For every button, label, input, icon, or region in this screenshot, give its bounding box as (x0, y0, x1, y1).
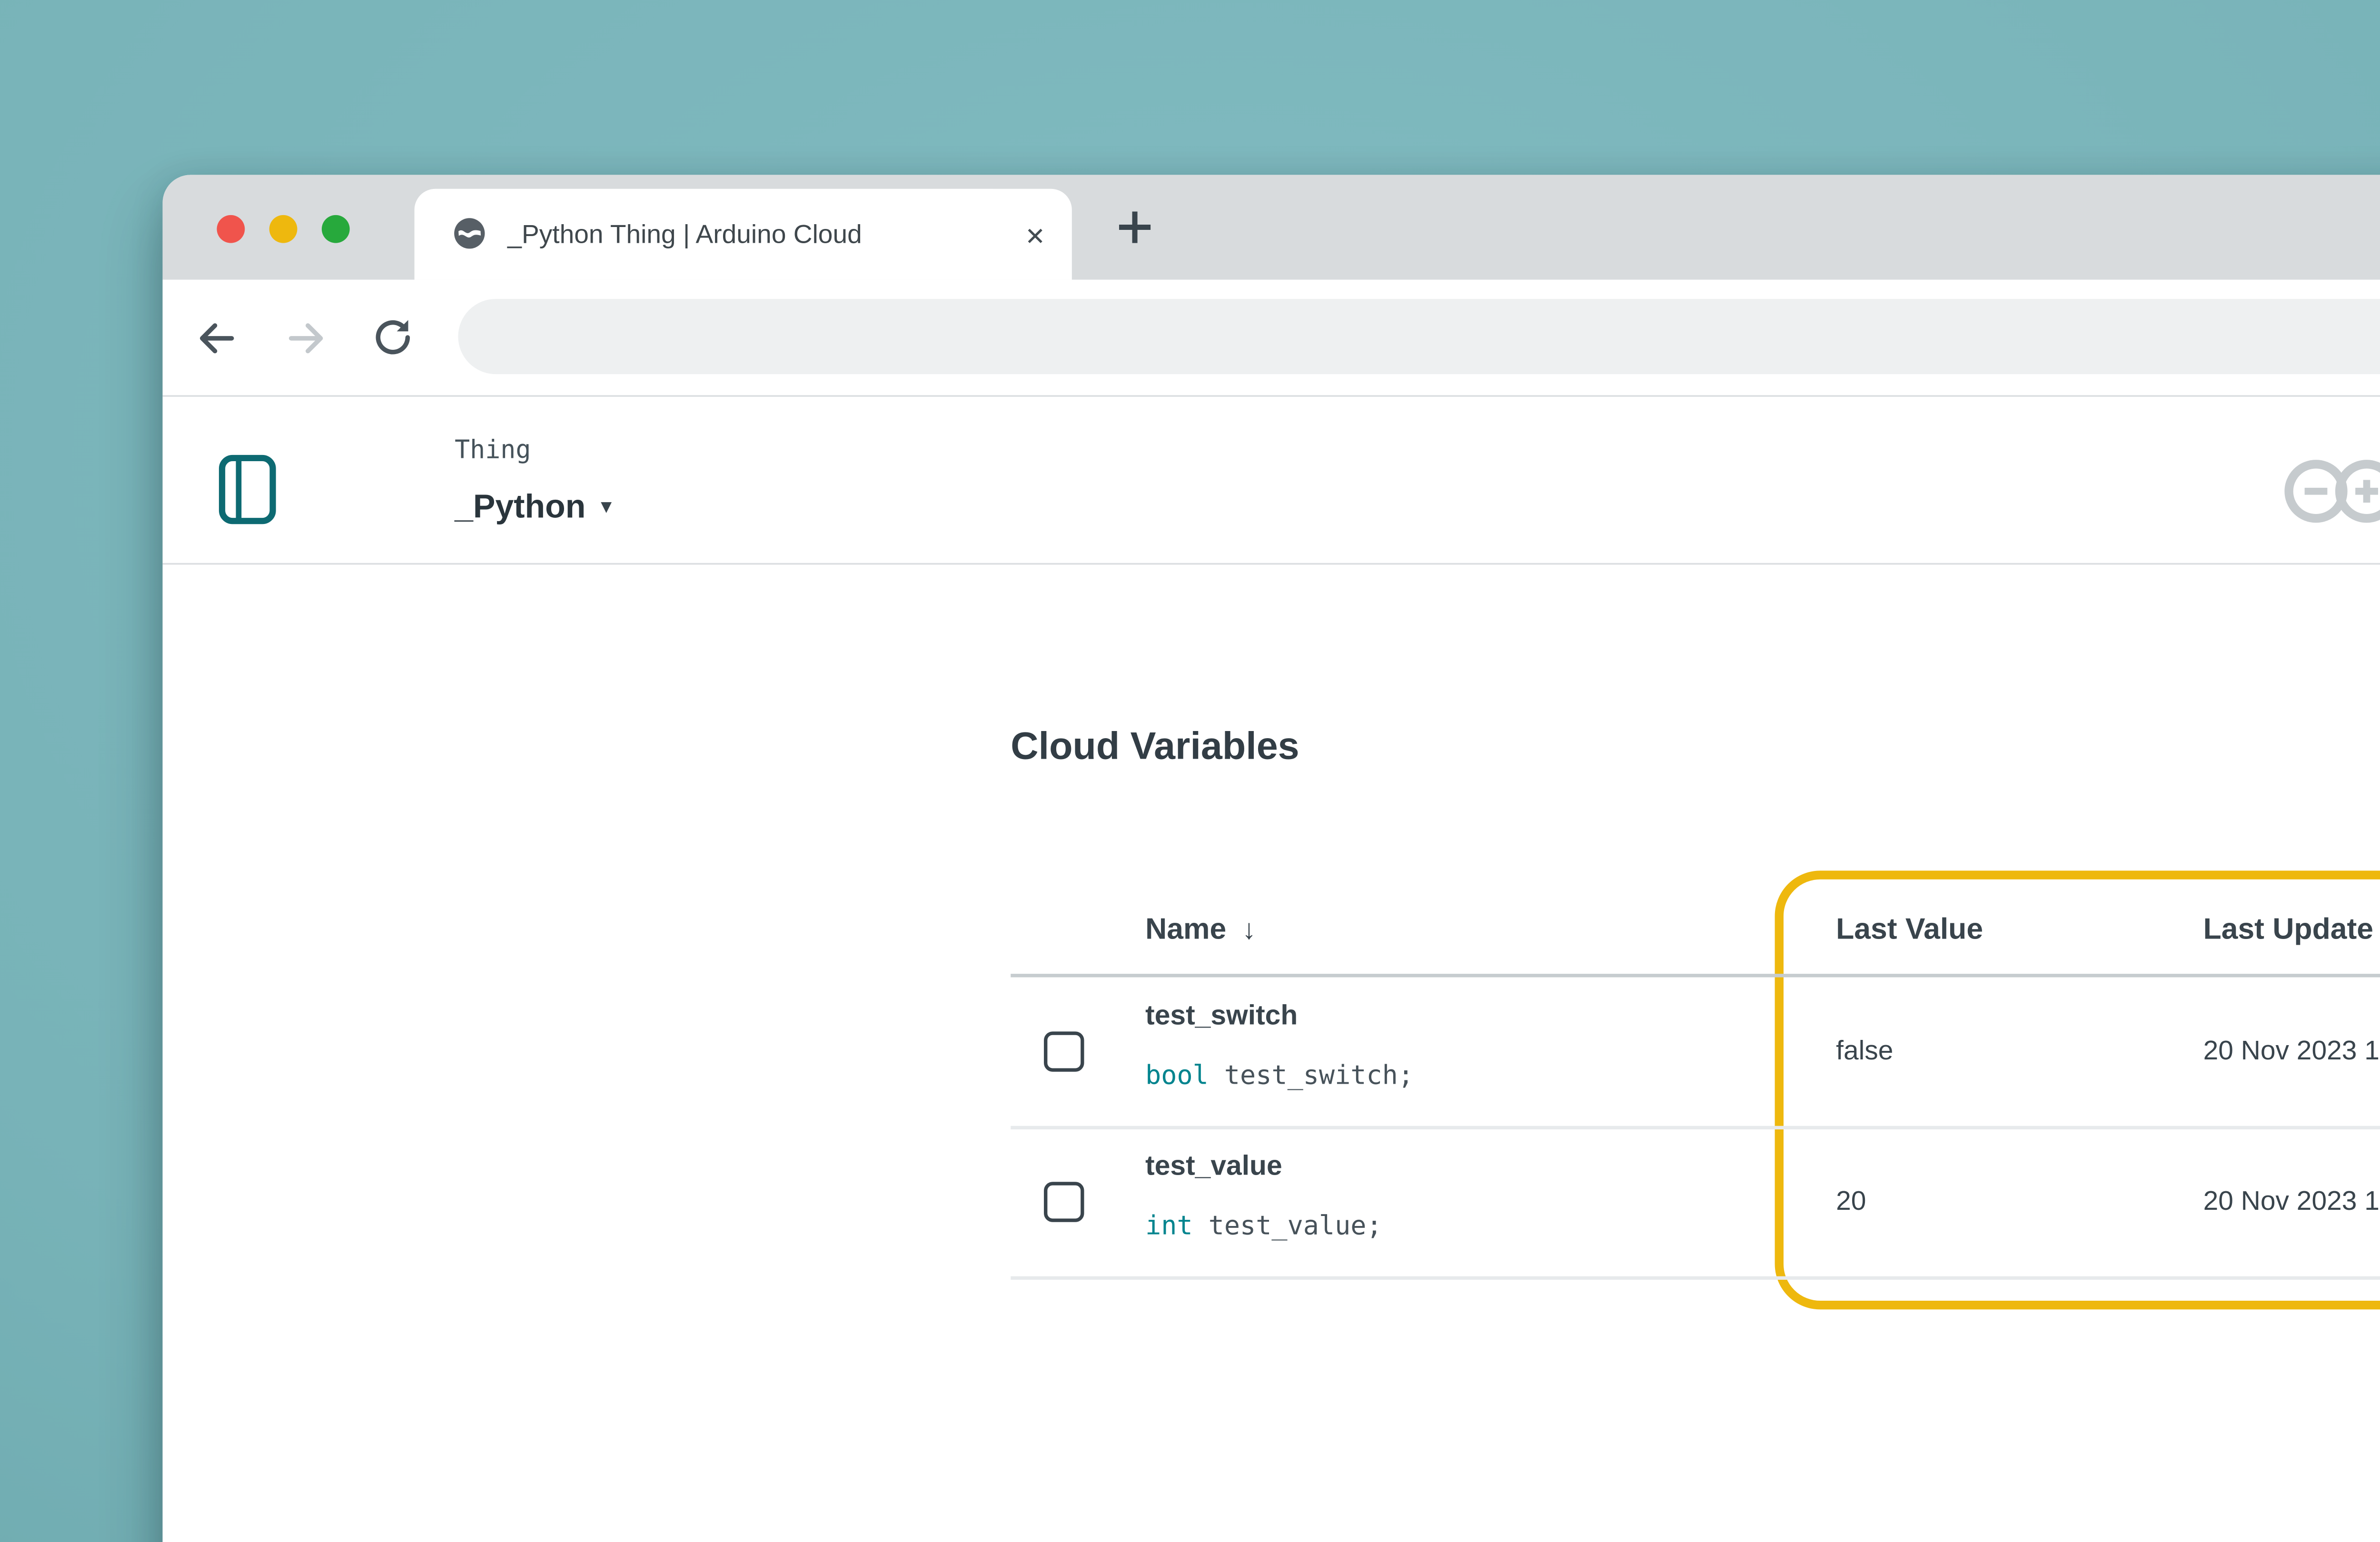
column-header-last-value: Last Value (1836, 913, 1983, 948)
type-keyword: bool (1145, 1059, 1209, 1091)
column-header-last-update: Last Update (2203, 913, 2373, 948)
address-bar[interactable] (458, 299, 2380, 374)
browser-tab[interactable]: _Python Thing | Arduino Cloud ✕ (415, 189, 1072, 280)
row-checkbox[interactable] (1044, 1031, 1084, 1071)
desktop-background: _Python Thing | Arduino Cloud ✕ (0, 0, 2380, 1542)
reload-icon (371, 315, 416, 360)
minimize-window-button[interactable] (269, 215, 298, 243)
last-value-cell: false (1836, 1037, 1893, 1068)
tab-bar: _Python Thing | Arduino Cloud ✕ (163, 175, 2380, 279)
new-tab-button[interactable] (1114, 206, 1156, 257)
back-button[interactable] (178, 280, 252, 395)
table-row-divider (1011, 1276, 2380, 1280)
arduino-logo-icon (2279, 447, 2380, 544)
back-arrow-icon (191, 314, 238, 361)
variable-declaration: bool test_switch; (1145, 1059, 1414, 1091)
column-header-name[interactable]: Name ↓ (1145, 913, 1256, 948)
breadcrumb: Thing (455, 437, 531, 465)
column-header-name-label: Name (1145, 913, 1226, 946)
panel-left-icon (218, 455, 276, 524)
page-content: Cloud Variables ADD Name↓ Last Value Las… (163, 565, 2380, 1542)
plus-icon (1114, 206, 1156, 248)
table-header-divider (1011, 974, 2380, 977)
reload-button[interactable] (357, 280, 430, 395)
sort-desc-icon: ↓ (1242, 916, 1256, 946)
last-update-cell: 20 Nov 2023 17:00:42 (2203, 1187, 2380, 1218)
thing-header: Thing _Python ▾ (163, 397, 2380, 565)
tab-title: _Python Thing | Arduino Cloud (507, 189, 993, 280)
close-window-button[interactable] (217, 215, 245, 243)
type-keyword: int (1145, 1210, 1193, 1241)
chevron-down-icon: ▾ (602, 495, 611, 518)
thing-name-dropdown[interactable]: _Python ▾ (455, 490, 611, 528)
sidebar-toggle-button[interactable] (218, 455, 276, 533)
variable-declaration: int test_value; (1145, 1210, 1382, 1241)
forward-button[interactable] (269, 280, 343, 395)
variable-name: test_switch (1145, 1002, 1298, 1033)
row-checkbox[interactable] (1044, 1182, 1084, 1222)
browser-window: _Python Thing | Arduino Cloud ✕ (163, 175, 2380, 1542)
globe-favicon-icon (451, 215, 488, 261)
window-controls (217, 215, 350, 243)
forward-arrow-icon (282, 314, 329, 361)
zoom-window-button[interactable] (322, 215, 350, 243)
last-update-cell: 20 Nov 2023 17:00:48 (2203, 1037, 2380, 1068)
declaration-text: test_switch; (1224, 1059, 1414, 1091)
last-value-cell: 20 (1836, 1187, 1866, 1218)
variable-name: test_value (1145, 1152, 1282, 1184)
declaration-text: test_value; (1209, 1210, 1382, 1241)
page-title: Cloud Variables (1011, 724, 1299, 770)
thing-name-label: _Python (455, 490, 585, 526)
table-row-divider (1011, 1126, 2380, 1129)
browser-toolbar (163, 280, 2380, 397)
close-tab-icon[interactable]: ✕ (1016, 189, 1054, 280)
